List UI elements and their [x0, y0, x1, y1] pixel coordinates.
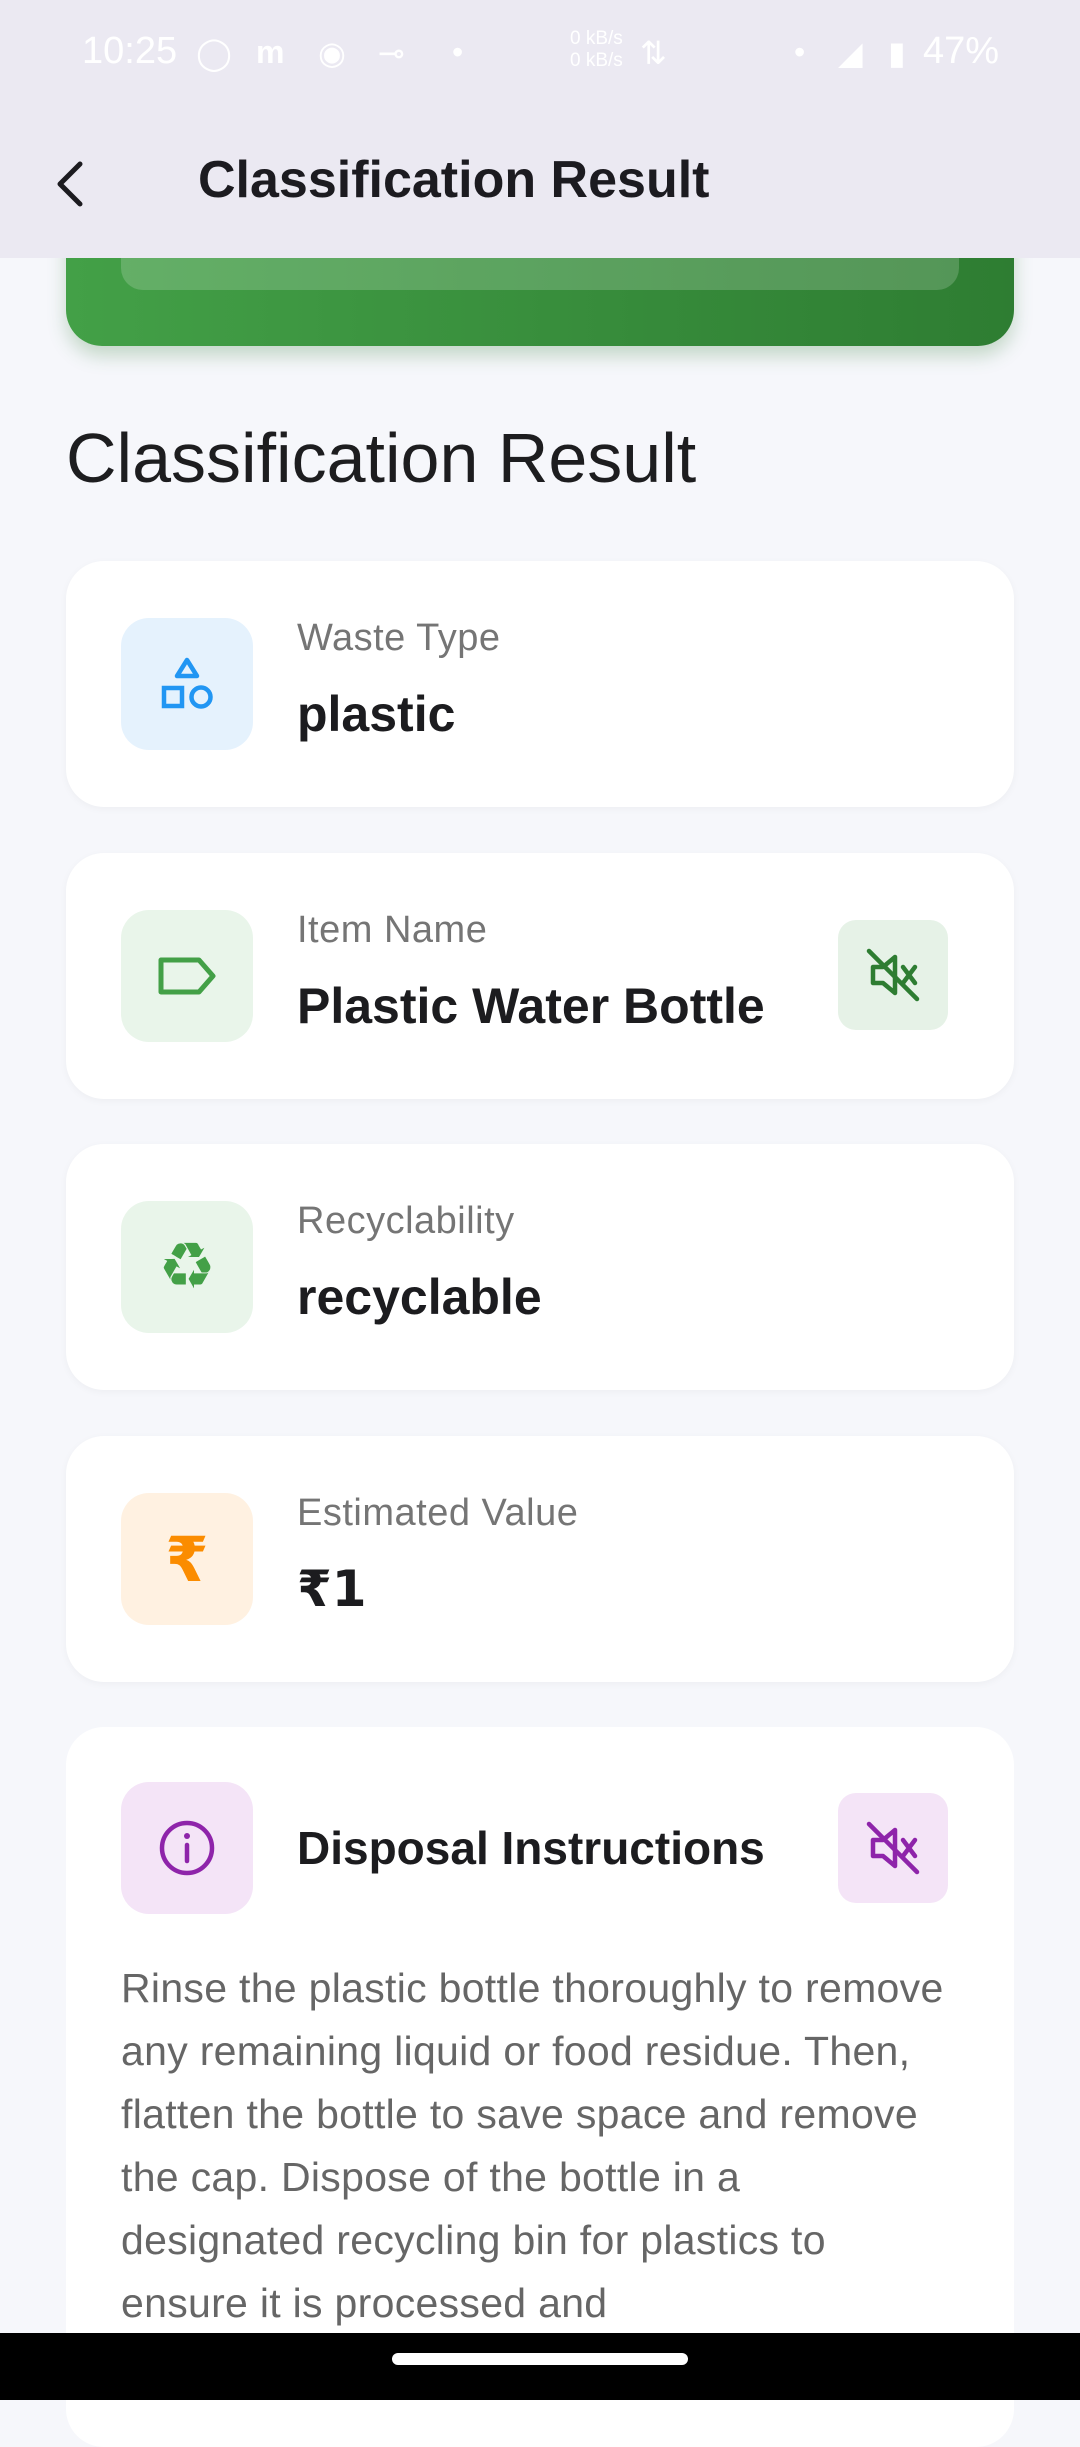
estimated-value-icon-tile: ₹: [121, 1493, 253, 1625]
waste-type-value: plastic: [297, 686, 456, 742]
messenger-icon: m: [256, 34, 285, 70]
waste-type-card: Waste Type plastic: [66, 561, 1014, 807]
back-button[interactable]: [32, 146, 108, 222]
recyclability-value: recyclable: [297, 1269, 542, 1325]
waste-type-icon-tile: [121, 618, 253, 750]
estimated-value-label: Estimated Value: [297, 1492, 579, 1534]
item-name-value: Plastic Water Bottle: [297, 978, 765, 1034]
label-tag-icon: [158, 957, 216, 995]
battery-percent: 47%: [923, 30, 1000, 72]
disposal-heading: Disposal Instructions: [297, 1822, 765, 1874]
volume-off-icon: [866, 1821, 920, 1875]
recycle-icon: ♻: [158, 1230, 216, 1304]
app-bar: Classification Result: [0, 110, 1080, 258]
recyclability-card: ♻ Recyclability recyclable: [66, 1144, 1014, 1390]
item-name-label: Item Name: [297, 909, 488, 951]
item-name-icon-tile: [121, 910, 253, 1042]
estimated-value-value: ₹1: [297, 1560, 367, 1618]
net-up-speed: 0 kB/s: [570, 28, 623, 49]
volume-off-icon: [866, 948, 920, 1002]
category-shapes-icon: [161, 657, 213, 709]
disposal-instructions-text: Rinse the plastic bottle thoroughly to r…: [121, 1965, 944, 2326]
dot-icon: •: [452, 34, 464, 70]
back-arrow-icon: [57, 161, 83, 207]
home-indicator[interactable]: [392, 2353, 688, 2365]
estimated-value-card: ₹ Estimated Value ₹1: [66, 1436, 1014, 1682]
battery-icon: ▮: [888, 35, 906, 71]
record-icon: ◉: [318, 35, 346, 71]
status-bar: 10:25 ◯ m ◉ ⊸ • 0 kB/s 0 kB/s ⇅ • ◢ ▮ 47…: [0, 0, 1080, 110]
key-icon: ⊸: [378, 35, 405, 71]
network-speed: 0 kB/s 0 kB/s: [570, 28, 623, 72]
recyclability-label: Recyclability: [297, 1200, 515, 1242]
data-transfer-icon: ⇅: [640, 35, 667, 71]
net-down-speed: 0 kB/s: [570, 50, 623, 71]
system-navigation-bar: [0, 2333, 1080, 2400]
dot-icon: •: [794, 34, 806, 70]
item-name-card: Item Name Plastic Water Bottle: [66, 853, 1014, 1099]
recyclability-icon-tile: ♻: [121, 1201, 253, 1333]
info-icon: [159, 1820, 215, 1876]
waste-type-label: Waste Type: [297, 617, 501, 659]
whatsapp-icon: ◯: [196, 35, 232, 71]
app-bar-title: Classification Result: [198, 151, 710, 209]
item-name-speak-button[interactable]: [838, 920, 948, 1030]
disposal-icon-tile: [121, 1782, 253, 1914]
rupee-icon: ₹: [165, 1522, 209, 1596]
section-title: Classification Result: [66, 419, 697, 497]
status-time: 10:25: [82, 30, 178, 72]
disposal-speak-button[interactable]: [838, 1793, 948, 1903]
signal-icon: ◢: [838, 35, 863, 71]
